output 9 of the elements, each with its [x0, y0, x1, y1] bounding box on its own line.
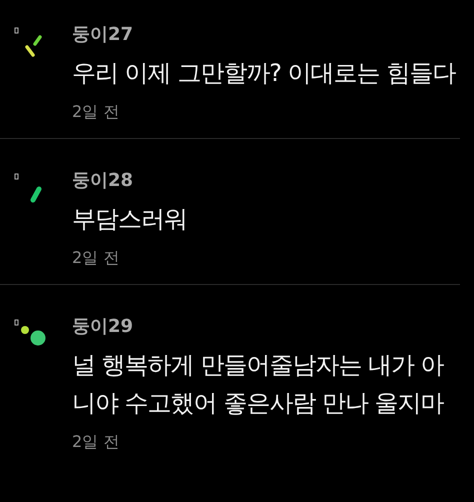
timestamp: 2일 전: [72, 101, 120, 123]
user-name: 둥이27: [72, 23, 134, 47]
comment-text: 우리 이제 그만할까? 이대로는 힘들다: [72, 58, 457, 89]
timestamp: 2일 전: [72, 431, 120, 453]
comment-text: 부담스러워: [72, 204, 188, 235]
comment-text: 널 행복하게 만들어줄남자는 내가 아니야 수고했어 좋은사람 만나 울지마: [72, 350, 445, 419]
timestamp: 2일 전: [72, 247, 120, 269]
user-name: 둥이29: [72, 315, 134, 339]
user-name: 둥이28: [72, 169, 134, 193]
